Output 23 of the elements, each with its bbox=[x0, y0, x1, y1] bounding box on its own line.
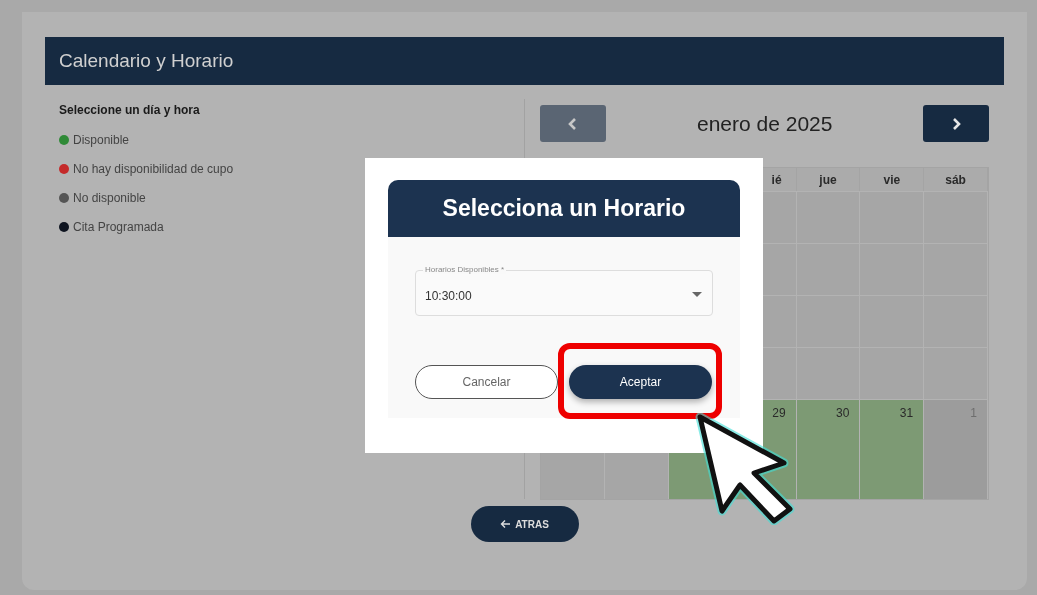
next-month-button[interactable] bbox=[923, 105, 989, 142]
weekday-label: ié bbox=[771, 172, 782, 187]
day-cell[interactable] bbox=[860, 347, 925, 399]
accept-button[interactable]: Aceptar bbox=[569, 365, 712, 399]
caret-icon bbox=[692, 292, 702, 298]
section-title: Calendario y Horario bbox=[59, 50, 234, 72]
legend-label: No hay disponibilidad de cupo bbox=[73, 161, 234, 176]
legend-label: No disponible bbox=[73, 190, 146, 205]
cancel-button[interactable]: Cancelar bbox=[415, 365, 558, 399]
day-cell[interactable] bbox=[796, 347, 861, 399]
legend-title: Seleccione un día y hora bbox=[59, 103, 201, 117]
day-cell[interactable] bbox=[924, 347, 988, 399]
month-title: enero de 2025 bbox=[697, 111, 833, 136]
dialog-title: Selecciona un Horario bbox=[442, 195, 686, 222]
arrow-left-icon bbox=[500, 519, 512, 529]
legend-label: Disponible bbox=[73, 132, 130, 147]
day-cell[interactable]: 31 bbox=[860, 399, 925, 499]
weekday-label: sáb bbox=[945, 172, 966, 187]
legend-label: Cita Programada bbox=[73, 219, 164, 234]
weekday-label: vie bbox=[883, 172, 901, 187]
back-button[interactable]: ATRAS bbox=[470, 506, 579, 542]
day-cell[interactable]: 30 bbox=[796, 399, 861, 499]
weekday-label: jue bbox=[819, 172, 837, 187]
